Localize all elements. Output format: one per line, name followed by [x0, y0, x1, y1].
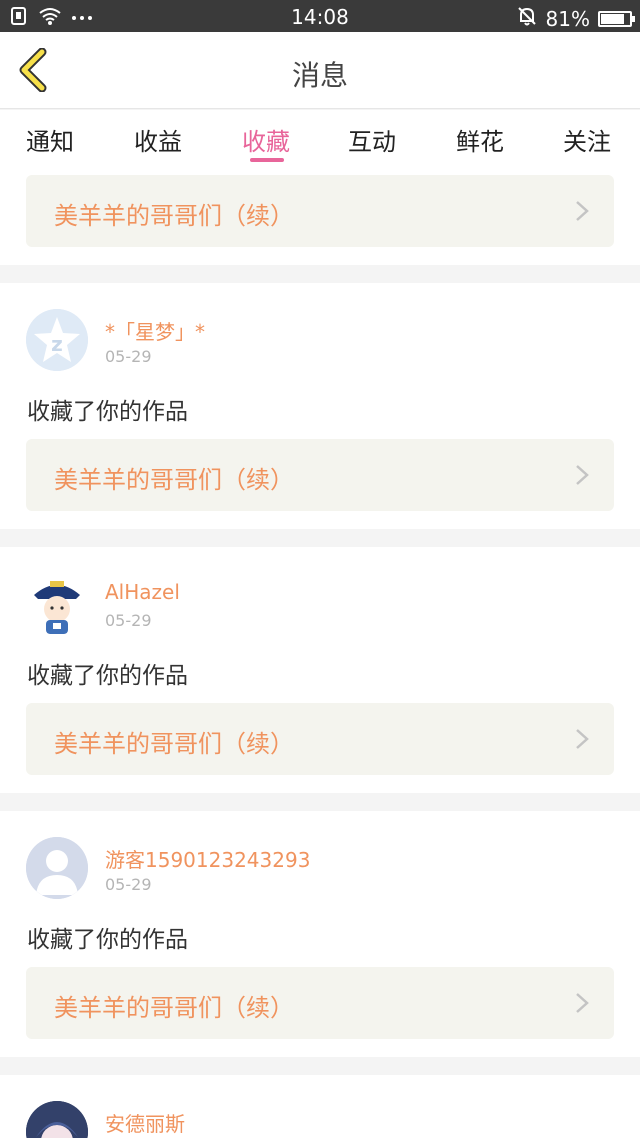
- work-title: 美羊羊的哥哥们（续）: [54, 730, 294, 758]
- message-item: z *「星梦」* 05-29 收藏了你的作品 美羊羊的哥哥们（续）: [0, 283, 640, 529]
- work-link-card[interactable]: 美羊羊的哥哥们（续）: [26, 439, 614, 511]
- work-link-card[interactable]: 美羊羊的哥哥们（续）: [26, 175, 614, 247]
- battery-percent: 81%: [545, 6, 590, 31]
- tab-follows[interactable]: 关注: [563, 122, 611, 157]
- work-title: 美羊羊的哥哥们（续）: [54, 994, 294, 1022]
- chevron-right-icon: [576, 993, 589, 1013]
- user-name[interactable]: *「星梦」*: [105, 316, 205, 345]
- avatar[interactable]: [26, 573, 88, 635]
- tab-notifications[interactable]: 通知: [26, 122, 74, 157]
- work-link-card[interactable]: 美羊羊的哥哥们（续）: [26, 703, 614, 775]
- default-user-icon: [26, 837, 88, 899]
- avatar[interactable]: [26, 837, 88, 899]
- message-item: 游客1590123243293 05-29 收藏了你的作品 美羊羊的哥哥们（续）: [0, 811, 640, 1057]
- page-title: 消息: [291, 59, 348, 92]
- tab-flowers[interactable]: 鲜花: [456, 122, 504, 157]
- tab-favorites[interactable]: 收藏: [242, 122, 290, 157]
- message-date: 05-29: [105, 347, 152, 366]
- silent-bell-icon: [516, 5, 538, 32]
- qzone-star-icon: z: [26, 309, 88, 371]
- work-title: 美羊羊的哥哥们（续）: [54, 202, 294, 230]
- message-action-text: 收藏了你的作品: [27, 399, 188, 425]
- anime-avatar-icon: [26, 1101, 88, 1138]
- status-bar: 14:08 81%: [0, 0, 640, 32]
- user-name[interactable]: 安德丽斯: [105, 1108, 185, 1137]
- avatar[interactable]: [26, 1101, 88, 1138]
- tab-earnings[interactable]: 收益: [134, 122, 182, 157]
- message-date: 05-29: [105, 875, 152, 894]
- message-tabs: 通知 收益 收藏 互动 鲜花 关注: [0, 110, 640, 166]
- battery-icon: [598, 10, 635, 27]
- user-name[interactable]: AlHazel: [105, 580, 180, 604]
- message-item: 安德丽斯: [0, 1075, 640, 1138]
- user-name[interactable]: 游客1590123243293: [105, 844, 310, 873]
- active-tab-indicator: [250, 158, 284, 162]
- work-link-card[interactable]: 美羊羊的哥哥们（续）: [26, 967, 614, 1039]
- message-date: 05-29: [105, 611, 152, 630]
- chevron-right-icon: [576, 729, 589, 749]
- message-action-text: 收藏了你的作品: [27, 663, 188, 689]
- work-title: 美羊羊的哥哥们（续）: [54, 466, 294, 494]
- cartoon-avatar-icon: [26, 573, 88, 635]
- tab-interactions[interactable]: 互动: [348, 122, 396, 157]
- message-item: AlHazel 05-29 收藏了你的作品 美羊羊的哥哥们（续）: [0, 547, 640, 793]
- avatar[interactable]: z: [26, 309, 88, 371]
- chevron-right-icon: [576, 465, 589, 485]
- message-item-partial: 美羊羊的哥哥们（续）: [0, 166, 640, 265]
- top-navigation-bar: 消息: [0, 32, 640, 109]
- chevron-right-icon: [576, 201, 589, 221]
- svg-text:z: z: [51, 332, 63, 356]
- message-action-text: 收藏了你的作品: [27, 927, 188, 953]
